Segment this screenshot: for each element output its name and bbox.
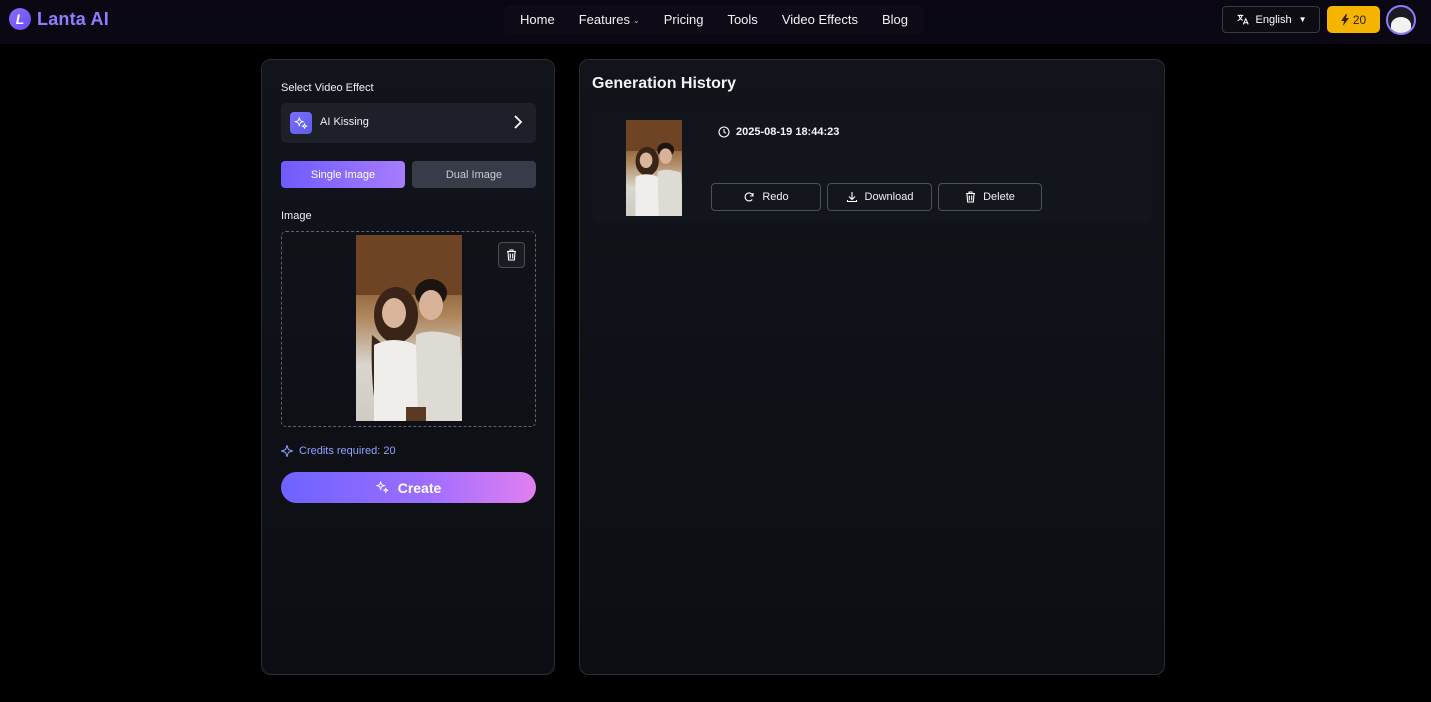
nav-tools[interactable]: Tools: [715, 12, 769, 27]
avatar-figure: [1391, 17, 1411, 33]
history-item: 2025-08-19 18:44:23 Redo Download Delete: [592, 113, 1152, 223]
nav-pricing-label: Pricing: [663, 12, 704, 27]
nav-home[interactable]: Home: [508, 12, 567, 27]
nav-home-label: Home: [520, 12, 555, 27]
language-selector[interactable]: English ▼: [1222, 6, 1320, 33]
sparkle-icon: [281, 445, 293, 457]
download-button[interactable]: Download: [827, 183, 932, 211]
magic-icon: [375, 481, 389, 494]
history-timestamp: 2025-08-19 18:44:23: [718, 126, 839, 138]
brand-name: Lanta AI: [37, 8, 109, 29]
nav-features[interactable]: Features ⌄: [567, 12, 652, 27]
create-label: Create: [397, 479, 442, 496]
image-upload-dropzone[interactable]: [281, 231, 536, 427]
credits-required-text: Credits required: 20: [299, 445, 396, 457]
nav-video-effects-label: Video Effects: [781, 12, 858, 27]
chevron-right-icon: [513, 113, 523, 131]
download-label: Download: [864, 191, 914, 203]
nav-video-effects[interactable]: Video Effects: [770, 12, 870, 27]
delete-label: Delete: [983, 191, 1015, 203]
caret-down-icon: ▼: [1298, 15, 1307, 24]
generation-history-panel: Generation History 2025-08-19 18:44:23 R…: [579, 59, 1165, 675]
nav-features-label: Features: [578, 12, 630, 27]
single-image-tab[interactable]: Single Image: [281, 161, 405, 188]
top-navigation-bar: L Lanta AI Home Features ⌄ Pricing Tools …: [0, 0, 1431, 44]
language-label: English: [1255, 13, 1292, 26]
effect-settings-panel: Select Video Effect AI Kissing Single Im…: [261, 59, 555, 675]
uploaded-image-preview: [356, 235, 462, 421]
select-effect-label: Select Video Effect: [281, 82, 374, 94]
nav-pricing[interactable]: Pricing: [652, 12, 716, 27]
image-label: Image: [281, 210, 312, 222]
history-title: Generation History: [592, 75, 737, 92]
brand-logo[interactable]: L Lanta AI: [9, 8, 109, 30]
sparkles-icon: [290, 112, 312, 134]
nav-blog[interactable]: Blog: [870, 12, 920, 27]
lightning-icon: [1340, 13, 1349, 26]
history-thumbnail[interactable]: [626, 120, 682, 216]
dual-image-tab[interactable]: Dual Image: [412, 161, 536, 188]
redo-button[interactable]: Redo: [711, 183, 821, 211]
create-button[interactable]: Create: [281, 472, 536, 503]
video-effect-select[interactable]: AI Kissing: [281, 103, 536, 143]
selected-effect-name: AI Kissing: [320, 116, 369, 128]
download-icon: [846, 191, 858, 203]
user-avatar[interactable]: [1386, 5, 1416, 35]
main-nav: Home Features ⌄ Pricing Tools Video Effec…: [504, 5, 924, 34]
timestamp-text: 2025-08-19 18:44:23: [736, 126, 840, 138]
translate-icon: [1236, 13, 1249, 26]
credits-count: 20: [1352, 12, 1367, 27]
delete-button[interactable]: Delete: [938, 183, 1042, 211]
trash-icon: [965, 191, 976, 203]
redo-label: Redo: [762, 191, 789, 203]
chevron-down-icon: ⌄: [633, 16, 640, 25]
remove-image-button[interactable]: [498, 242, 525, 268]
refresh-icon: [743, 191, 755, 203]
credits-button[interactable]: 20: [1327, 6, 1380, 33]
logo-mark: L: [9, 8, 31, 30]
credits-required: Credits required: 20: [281, 445, 396, 457]
nav-tools-label: Tools: [727, 12, 758, 27]
clock-icon: [718, 126, 730, 138]
nav-blog-label: Blog: [881, 12, 908, 27]
trash-icon: [506, 249, 517, 261]
